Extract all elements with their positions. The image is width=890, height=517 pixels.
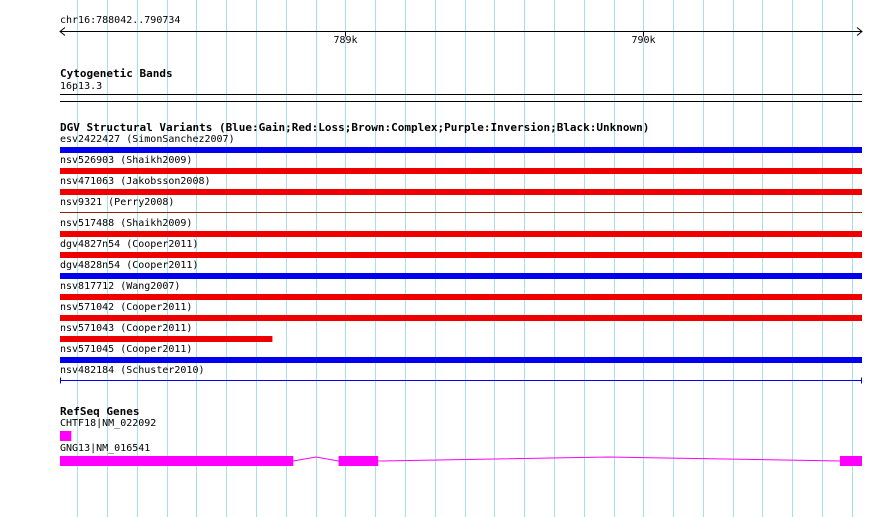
- dgv-track-title[interactable]: DGV Structural Variants (Blue:Gain;Red:L…: [60, 122, 649, 134]
- ruler-tick-label: 790k: [631, 35, 656, 46]
- dgv-feature-label: nsv9321 (Perry2008): [60, 197, 175, 208]
- dgv-feature-bar[interactable]: [60, 336, 273, 342]
- ruler-location-label: chr16:788042..790734: [60, 15, 181, 26]
- refseq-exon[interactable]: [60, 456, 294, 466]
- dgv-feature-label: nsv817712 (Wang2007): [60, 281, 181, 292]
- refseq-intron: [293, 456, 339, 462]
- dgv-feature-label: nsv571042 (Cooper2011): [60, 302, 193, 313]
- refseq-track-title[interactable]: RefSeq Genes: [60, 406, 139, 418]
- dgv-feature-label: esv2422427 (SimonSanchez2007): [60, 134, 235, 145]
- genome-browser-view: chr16:788042..790734 Cytogenetic Bands 1…: [0, 0, 890, 517]
- dgv-feature-label: nsv482184 (Schuster2010): [60, 365, 205, 376]
- dgv-feature-label: nsv526903 (Shaikh2009): [60, 155, 193, 166]
- refseq-exon[interactable]: [338, 456, 379, 466]
- dgv-feature-bar[interactable]: [60, 294, 862, 300]
- dgv-feature-bar[interactable]: [60, 189, 862, 195]
- dgv-feature-bar[interactable]: [60, 231, 862, 237]
- dgv-feature-label: dgv4827n54 (Cooper2011): [60, 239, 199, 250]
- refseq-gene-label: CHTF18|NM_022092: [60, 418, 157, 429]
- dgv-feature-bar[interactable]: [60, 273, 862, 279]
- dgv-feature-label: nsv517488 (Shaikh2009): [60, 218, 193, 229]
- dgv-feature-bar[interactable]: [60, 147, 862, 153]
- refseq-exon[interactable]: [60, 431, 72, 441]
- dgv-feature-bar[interactable]: [60, 212, 862, 213]
- refseq-exon[interactable]: [839, 456, 862, 466]
- cytoband-label: 16p13.3: [60, 81, 103, 92]
- ruler-tick-label: 789k: [333, 35, 358, 46]
- dgv-feature-bar[interactable]: [60, 252, 862, 258]
- cytoband-track-title[interactable]: Cytogenetic Bands: [60, 68, 173, 80]
- refseq-gene-label: GNG13|NM_016541: [60, 443, 151, 454]
- dgv-feature-bar[interactable]: [60, 357, 862, 363]
- dgv-feature-bar[interactable]: [60, 168, 862, 174]
- dgv-feature-label: nsv471063 (Jakobsson2008): [60, 176, 211, 187]
- dgv-feature-bar[interactable]: [60, 315, 862, 321]
- refseq-intron: [378, 456, 840, 462]
- dgv-feature-label: nsv571043 (Cooper2011): [60, 323, 193, 334]
- dgv-feature-label: dgv4828n54 (Cooper2011): [60, 260, 199, 271]
- dgv-feature-label: nsv571045 (Cooper2011): [60, 344, 193, 355]
